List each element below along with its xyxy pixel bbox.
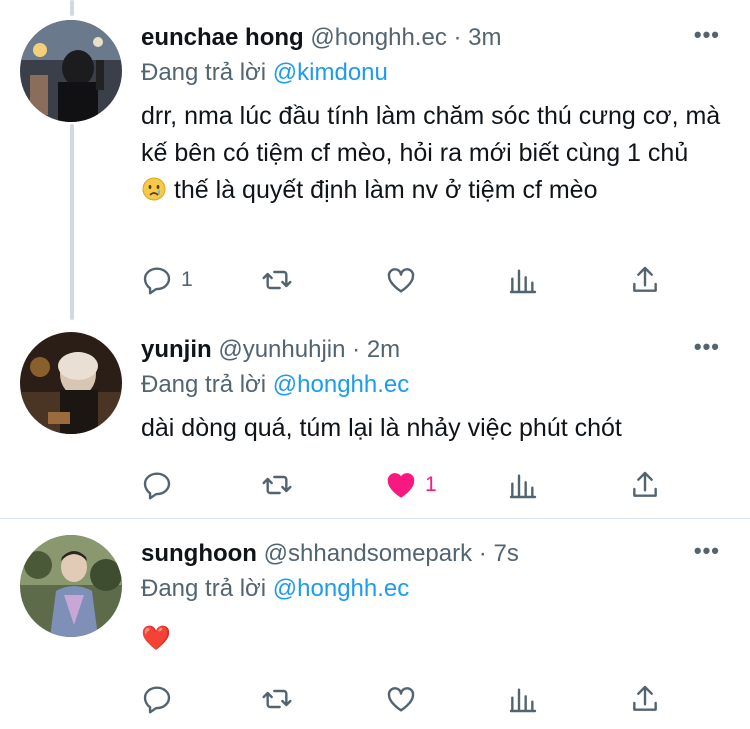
share-button[interactable] <box>629 682 661 716</box>
analytics-icon <box>509 474 537 499</box>
share-icon <box>633 685 657 711</box>
reply-button[interactable] <box>141 468 181 502</box>
timestamp[interactable]: 2m <box>367 336 400 363</box>
more-icon[interactable]: ••• <box>694 334 720 360</box>
retweet-button[interactable] <box>261 682 301 716</box>
tweet-header: sunghoon @shhandsomepark · 7s <box>141 539 519 569</box>
mention-link[interactable]: @honghh.ec <box>273 371 409 398</box>
avatar-yunjin[interactable] <box>20 332 122 434</box>
tweet-text: drr, nma lúc đầu tính làm chăm sóc thú c… <box>141 98 721 213</box>
separator-dot: · <box>478 540 487 567</box>
retweet-icon <box>262 475 292 495</box>
replying-to-label: Đang trả lời <box>141 59 267 86</box>
analytics-icon <box>509 688 537 713</box>
username[interactable]: @shhandsomepark <box>264 540 472 567</box>
replying-to: Đang trả lời @kimdonu <box>141 58 388 88</box>
retweet-button[interactable] <box>261 468 301 502</box>
replying-to-label: Đang trả lời <box>141 371 267 398</box>
tweet-text: dài dòng quá, túm lại là nhảy việc phút … <box>141 414 622 442</box>
like-icon <box>387 687 415 712</box>
retweet-icon <box>262 270 292 290</box>
reply-count: 1 <box>181 268 193 291</box>
reply-button[interactable] <box>141 682 181 716</box>
thread-line-bottom <box>70 124 74 320</box>
mention-link[interactable]: @kimdonu <box>273 59 388 86</box>
more-icon[interactable]: ••• <box>694 22 720 48</box>
retweet-button[interactable] <box>261 263 301 297</box>
username[interactable]: @honghh.ec <box>310 24 446 51</box>
avatar-sunghoon[interactable] <box>20 535 122 637</box>
tweet-text-part2: thế là quyết định làm nv ở tiệm cf mèo <box>173 176 598 204</box>
tweet-yunjin[interactable]: yunjin @yunhuhjin · 2m ••• Đang trả lời … <box>0 320 750 518</box>
replying-to-label: Đang trả lời <box>141 575 267 602</box>
like-button[interactable] <box>385 682 425 716</box>
display-name[interactable]: yunjin <box>141 336 212 363</box>
like-button[interactable]: 1 <box>385 468 437 502</box>
tweet-text-part1: drr, nma lúc đầu tính làm chăm sóc thú c… <box>141 102 721 167</box>
like-icon <box>387 268 415 293</box>
mention-link[interactable]: @honghh.ec <box>273 575 409 602</box>
replying-to: Đang trả lời @honghh.ec <box>141 574 409 604</box>
analytics-button[interactable] <box>507 682 539 716</box>
tweet-eunchae[interactable]: eunchae hong @honghh.ec · 3m ••• Đang tr… <box>0 0 750 320</box>
avatar-image <box>20 535 122 637</box>
like-count: 1 <box>425 473 437 496</box>
display-name[interactable]: eunchae hong <box>141 24 304 51</box>
separator-dot: · <box>352 336 361 363</box>
thread-line-top <box>70 0 74 16</box>
share-button[interactable] <box>629 468 661 502</box>
timestamp[interactable]: 7s <box>493 540 518 567</box>
avatar-image <box>20 332 122 434</box>
replying-to: Đang trả lời @honghh.ec <box>141 370 409 400</box>
share-icon <box>633 471 657 497</box>
reply-button[interactable]: 1 <box>141 263 193 297</box>
display-name[interactable]: sunghoon <box>141 540 257 567</box>
share-button[interactable] <box>629 263 661 297</box>
analytics-button[interactable] <box>507 468 539 502</box>
analytics-icon <box>509 269 537 294</box>
separator-dot: · <box>453 24 462 51</box>
reply-icon <box>143 686 171 714</box>
timestamp[interactable]: 3m <box>468 24 501 51</box>
avatar-image <box>20 20 122 122</box>
avatar-eunchae[interactable] <box>20 20 122 122</box>
crying-face-emoji-icon <box>141 176 167 213</box>
tweet-header: eunchae hong @honghh.ec · 3m <box>141 23 502 53</box>
analytics-button[interactable] <box>507 263 539 297</box>
tweet-sunghoon[interactable]: sunghoon @shhandsomepark · 7s ••• Đang t… <box>0 519 750 729</box>
tweet-text: ❤️ <box>141 625 171 652</box>
like-icon-filled <box>387 473 415 498</box>
more-icon[interactable]: ••• <box>694 538 720 564</box>
tweet-header: yunjin @yunhuhjin · 2m <box>141 335 400 365</box>
like-button[interactable] <box>385 263 425 297</box>
username[interactable]: @yunhuhjin <box>218 336 345 363</box>
reply-icon <box>143 472 171 500</box>
reply-icon <box>143 267 171 295</box>
share-icon <box>633 266 657 292</box>
retweet-icon <box>262 689 292 709</box>
